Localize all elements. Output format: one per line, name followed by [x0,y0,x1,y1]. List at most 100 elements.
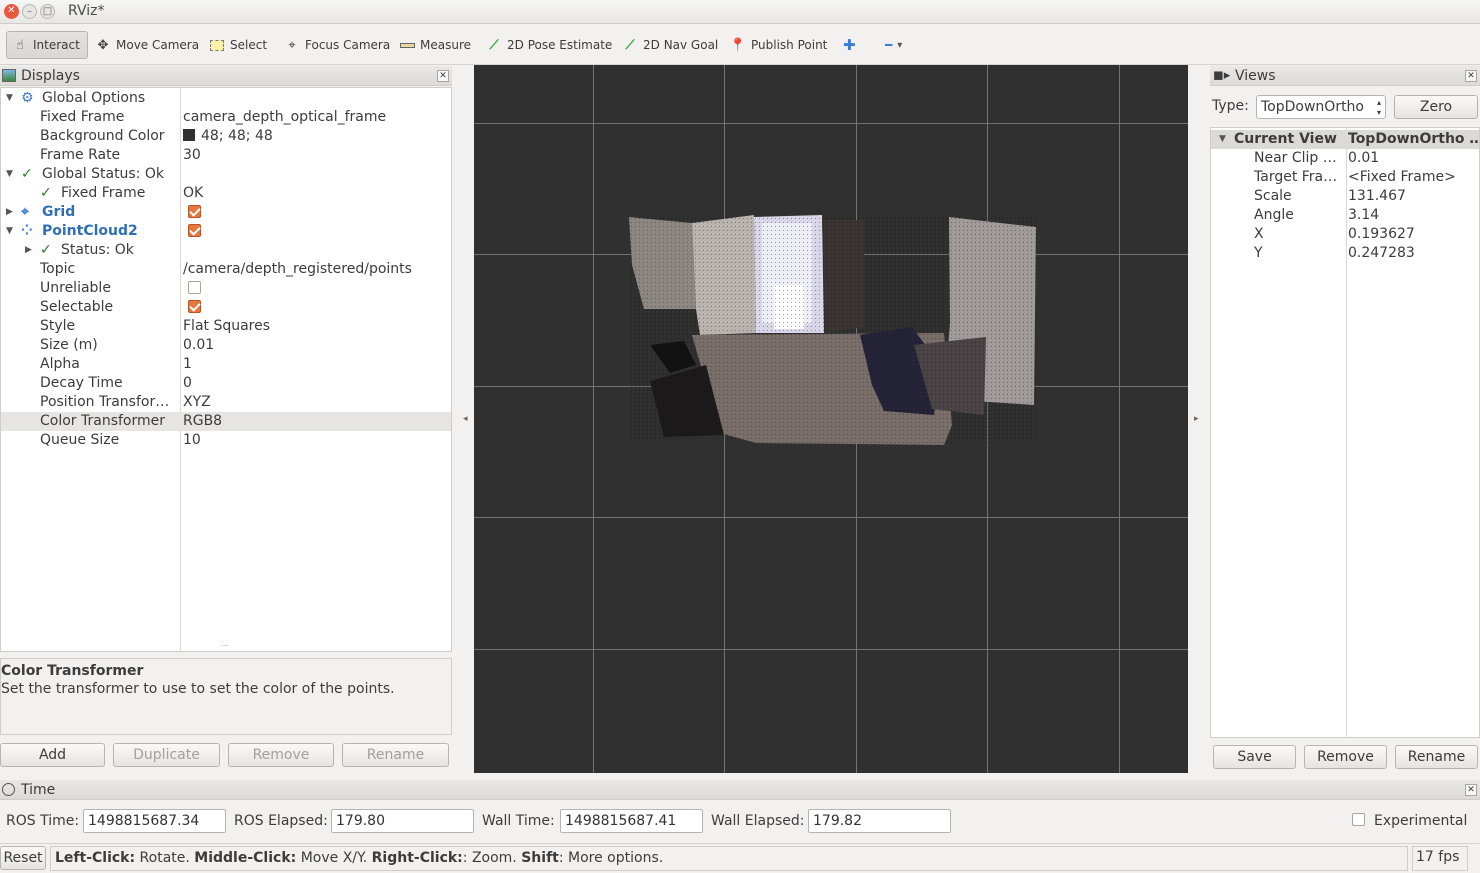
display-property-value[interactable]: 0 [183,375,192,391]
display-row[interactable]: Topic/camera/depth_registered/points [1,260,451,279]
nav-goal-tool-button[interactable]: ⟋ 2D Nav Goal [617,31,723,59]
views-tree[interactable]: ▼ Current View TopDownOrtho … Near Clip … [1210,127,1480,738]
publish-point-tool-button[interactable]: 📍 Publish Point [725,31,832,59]
display-value-cell[interactable]: camera_depth_optical_frame [183,108,451,127]
display-row[interactable]: ▼ ⚙ Global Options [1,89,451,108]
display-row[interactable]: Size (m) 0.01 [1,336,451,355]
view-property-row[interactable]: Near Clip … 0.01 [1211,149,1479,168]
view-property-value[interactable]: 131.467 [1348,187,1478,206]
view-property-row[interactable]: Target Fra… <Fixed Frame> [1211,168,1479,187]
view-property-row[interactable]: X 0.193627 [1211,225,1479,244]
display-value-cell[interactable]: RGB8 [183,412,451,431]
display-row[interactable]: Position Transfor… XYZ [1,393,451,412]
measure-tool-button[interactable]: Measure [394,31,476,59]
display-row[interactable]: Color Transformer RGB8 [1,412,451,431]
resize-grip-icon[interactable]: ⋯ [221,641,229,650]
display-property-value[interactable]: 1 [183,356,192,372]
display-property-value[interactable]: camera_depth_optical_frame [183,109,386,125]
view-property-value[interactable]: 0.01 [1348,149,1478,168]
render-canvas[interactable] [474,65,1188,773]
focus-camera-tool-button[interactable]: ⌖ Focus Camera [279,31,395,59]
expand-arrow-icon[interactable]: ▼ [6,165,13,184]
enable-checkbox[interactable] [188,299,201,313]
ros-elapsed-field[interactable]: 179.80 [331,809,474,833]
close-displays-icon[interactable]: ✕ [437,70,449,82]
display-row[interactable]: ▼ ⁘ PointCloud2 [1,222,451,241]
wall-time-field[interactable]: 1498815687.41 [560,809,703,833]
close-views-icon[interactable]: ✕ [1465,70,1477,82]
expand-arrow-icon[interactable]: ▶ [25,241,32,260]
zero-view-button[interactable]: Zero [1394,95,1478,119]
display-value-cell[interactable]: 30 [183,146,451,165]
expand-arrow-icon[interactable]: ▼ [6,89,13,108]
save-view-button[interactable]: Save [1213,745,1296,769]
display-property-value[interactable]: RGB8 [183,413,222,429]
color-swatch[interactable] [183,129,195,141]
view-property-value[interactable]: 0.193627 [1348,225,1478,244]
display-value-cell[interactable]: 10 [183,431,451,450]
select-tool-button[interactable]: Select [204,31,272,59]
display-value-cell[interactable]: /camera/depth_registered/points [183,260,451,279]
display-value-cell[interactable]: 1 [183,355,451,374]
display-row[interactable]: Frame Rate 30 [1,146,451,165]
3d-viewport[interactable] [474,65,1188,773]
display-value-cell[interactable]: 0 [183,374,451,393]
view-property-value[interactable]: 3.14 [1348,206,1478,225]
view-type-select[interactable]: TopDownOrtho ▴ ▾ [1256,95,1386,119]
display-property-value[interactable]: 30 [183,147,201,163]
ros-time-field[interactable]: 1498815687.34 [83,809,226,833]
display-row[interactable]: Decay Time 0 [1,374,451,393]
view-property-row[interactable]: Y 0.247283 [1211,244,1479,263]
display-property-value[interactable]: /camera/depth_registered/points [183,261,412,277]
display-value-cell[interactable]: Flat Squares [183,317,451,336]
reset-button[interactable]: Reset [0,846,46,870]
enable-checkbox[interactable] [188,280,201,294]
expand-arrow-icon[interactable]: ▼ [6,222,13,241]
remove-view-button[interactable]: Remove [1304,745,1387,769]
display-row[interactable]: ▼ ✓ Global Status: Ok [1,165,451,184]
display-property-value[interactable]: OK [183,185,203,201]
expand-arrow-icon[interactable]: ▶ [6,203,13,222]
display-value-cell[interactable] [183,203,451,222]
display-row[interactable]: ✓ Fixed Frame OK [1,184,451,203]
display-row[interactable]: Unreliable [1,279,451,298]
wall-elapsed-field[interactable]: 179.82 [808,809,951,833]
display-property-value[interactable]: 48; 48; 48 [201,128,273,144]
displays-tree[interactable]: ▼ ⚙ Global Options Fixed Frame camera_depth_… [0,87,452,652]
display-row[interactable]: Queue Size 10 [1,431,451,450]
remove-tool-button[interactable]: ━ ▾ [880,31,907,59]
display-row[interactable]: ▶ ✓ Status: Ok [1,241,451,260]
display-row[interactable]: Style Flat Squares [1,317,451,336]
display-value-cell[interactable] [183,279,451,298]
display-row[interactable]: ▶ ⌖ Grid [1,203,451,222]
view-property-row[interactable]: Angle 3.14 [1211,206,1479,225]
duplicate-display-button[interactable]: Duplicate [113,743,220,767]
display-property-value[interactable]: XYZ [183,394,211,410]
rename-display-button[interactable]: Rename [342,743,449,767]
display-value-cell[interactable]: OK [183,184,451,203]
pose-estimate-tool-button[interactable]: ⟋ 2D Pose Estimate [481,31,617,59]
expand-arrow-icon[interactable]: ▼ [1219,130,1226,149]
add-tool-button[interactable]: ✚ [838,31,861,59]
add-display-button[interactable]: Add [0,743,105,767]
right-splitter-arrow-icon[interactable]: ▸ [1194,414,1199,424]
display-value-cell[interactable]: 0.01 [183,336,451,355]
display-row[interactable]: Background Color 48; 48; 48 [1,127,451,146]
maximize-window-icon[interactable]: □ [40,4,55,19]
close-time-icon[interactable]: ✕ [1465,784,1477,796]
current-view-row[interactable]: ▼ Current View TopDownOrtho … [1211,130,1479,149]
minimize-window-icon[interactable]: – [22,4,37,19]
remove-display-button[interactable]: Remove [228,743,334,767]
left-splitter-arrow-icon[interactable]: ◂ [463,414,468,424]
move-camera-tool-button[interactable]: ✥ Move Camera [90,31,204,59]
rename-view-button[interactable]: Rename [1395,745,1478,769]
display-row[interactable]: Fixed Frame camera_depth_optical_frame [1,108,451,127]
enable-checkbox[interactable] [188,204,201,218]
view-property-value[interactable]: <Fixed Frame> [1348,168,1478,187]
display-property-value[interactable]: 10 [183,432,201,448]
display-value-cell[interactable] [183,222,451,241]
display-property-value[interactable]: Flat Squares [183,318,270,334]
enable-checkbox[interactable] [188,223,201,237]
view-property-row[interactable]: Scale 131.467 [1211,187,1479,206]
display-value-cell[interactable] [183,298,451,317]
